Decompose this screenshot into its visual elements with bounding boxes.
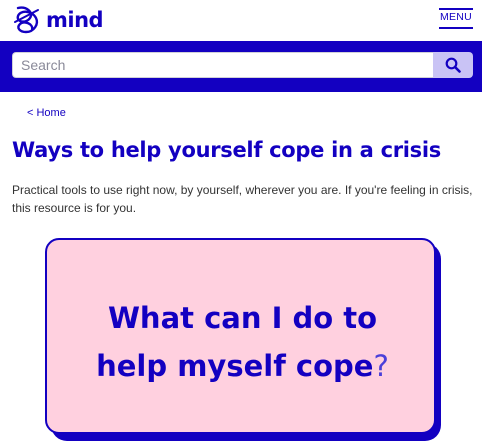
logo-wordmark: mind bbox=[46, 8, 104, 32]
hero-card-line-2-text: help myself cope bbox=[96, 349, 374, 383]
hero-card-question-mark: ? bbox=[373, 349, 389, 383]
menu-icon-bottom-bar bbox=[439, 27, 473, 29]
hero-card-line-2: help myself cope? bbox=[47, 342, 438, 390]
hero-card: What can I do to help myself cope? bbox=[45, 238, 436, 434]
breadcrumb-home-link[interactable]: < Home bbox=[27, 107, 66, 119]
hero-card-line-1: What can I do to bbox=[107, 301, 378, 335]
intro-text: Practical tools to use right now, by you… bbox=[12, 183, 473, 215]
search-icon bbox=[445, 57, 461, 73]
page-title: Ways to help yourself cope in a crisis bbox=[12, 138, 441, 162]
search-bar bbox=[0, 41, 482, 92]
hero-card-heading: What can I do to help myself cope? bbox=[47, 294, 438, 390]
menu-button[interactable]: MENU bbox=[439, 8, 473, 30]
menu-icon bbox=[439, 8, 473, 10]
menu-label: MENU bbox=[439, 11, 473, 23]
site-header: mind MENU bbox=[0, 0, 482, 41]
mind-logo[interactable]: mind bbox=[12, 4, 104, 36]
mind-logo-icon bbox=[14, 6, 39, 34]
search-button[interactable] bbox=[433, 52, 473, 78]
breadcrumb: < Home bbox=[27, 107, 66, 119]
search-input[interactable] bbox=[12, 52, 433, 78]
